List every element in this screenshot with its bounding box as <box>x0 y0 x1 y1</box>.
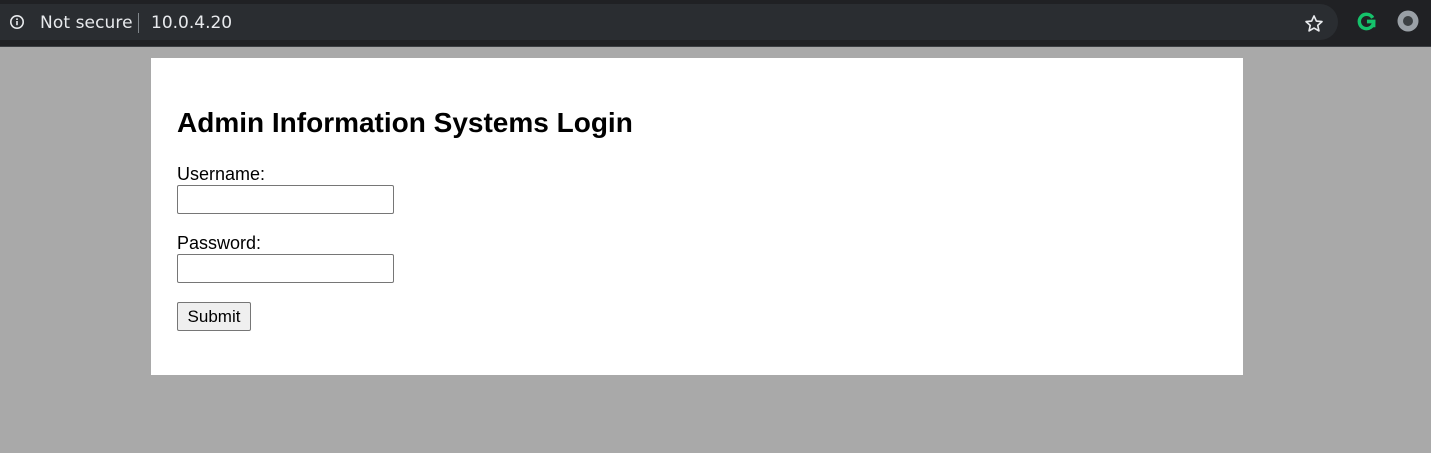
username-input[interactable] <box>177 185 394 214</box>
star-icon[interactable] <box>1303 13 1325 35</box>
profile-icon[interactable] <box>1397 10 1419 32</box>
browser-toolbar: Not secure 10.0.4.20 <box>0 0 1431 47</box>
username-label: Username: <box>177 164 266 184</box>
grammarly-extension-icon[interactable] <box>1355 10 1378 33</box>
info-icon[interactable] <box>10 15 24 29</box>
password-label: Password: <box>177 233 262 253</box>
url-text[interactable]: 10.0.4.20 <box>151 13 232 33</box>
submit-button[interactable]: Submit <box>177 302 251 331</box>
login-card: Admin Information Systems Login Username… <box>151 58 1243 375</box>
page-title: Admin Information Systems Login <box>177 107 633 138</box>
password-input[interactable] <box>177 254 394 283</box>
security-status-label[interactable]: Not secure <box>40 13 133 33</box>
address-bar[interactable]: Not secure 10.0.4.20 <box>0 4 1338 40</box>
address-bar-divider <box>138 13 139 33</box>
